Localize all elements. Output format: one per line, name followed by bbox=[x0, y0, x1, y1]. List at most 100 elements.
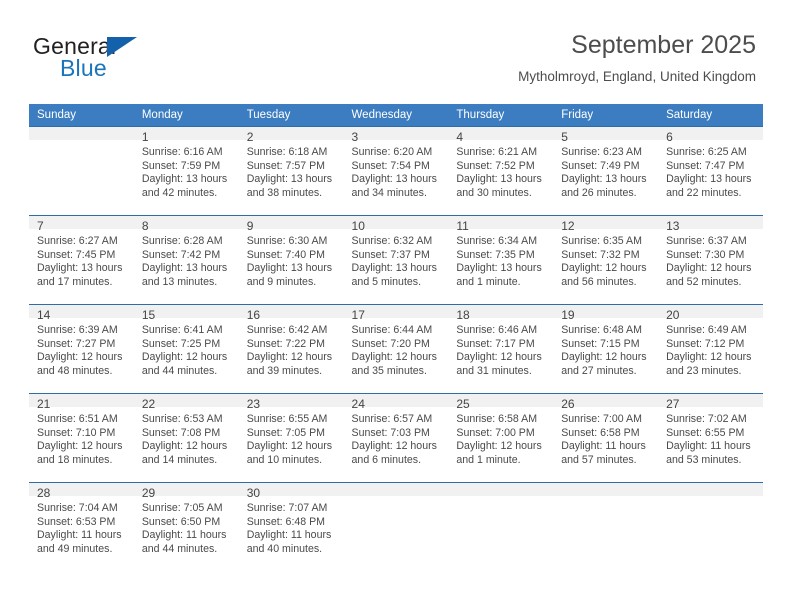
daylight-text: Daylight: 13 hours bbox=[456, 262, 542, 275]
day-details: Sunrise: 7:00 AM Sunset: 6:58 PM Daylight:… bbox=[553, 407, 658, 467]
day-cell-2[interactable]: 2 Sunrise: 6:18 AM Sunset: 7:57 PM Daylight… bbox=[238, 126, 344, 216]
day-cell-19[interactable]: 19 Sunrise: 6:48 AM Sunset: 7:15 PM Dayligh… bbox=[553, 304, 659, 394]
daylight-text: Daylight: 12 hours bbox=[456, 351, 542, 364]
daylight-text: and 10 minutes. bbox=[246, 453, 323, 466]
daylight-text: Daylight: 13 hours bbox=[456, 173, 542, 186]
sunrise-text: Sunrise: 6:57 AM bbox=[351, 413, 433, 425]
day-cell-25[interactable]: 25 Sunrise: 6:58 AM Sunset: 7:00 PM Dayligh… bbox=[448, 393, 554, 483]
sunset-text: Sunset: 6:53 PM bbox=[37, 515, 116, 528]
day-number: 26 bbox=[553, 394, 659, 411]
daylight-text: Daylight: 13 hours bbox=[351, 173, 437, 186]
general-blue-logo[interactable]: General Blue bbox=[33, 33, 233, 85]
weekday-header-sunday: Sunday bbox=[29, 104, 134, 127]
day-details: Sunrise: 6:18 AM Sunset: 7:57 PM Daylight:… bbox=[239, 140, 344, 200]
day-cell-5[interactable]: 5 Sunrise: 6:23 AM Sunset: 7:49 PM Daylight… bbox=[553, 126, 659, 216]
daylight-text: Daylight: 12 hours bbox=[141, 351, 228, 364]
sunset-text: Sunset: 7:08 PM bbox=[141, 426, 221, 439]
title-block: September 2025 Mytholmroyd, England, Uni… bbox=[518, 30, 756, 85]
daylight-text: and 30 minutes. bbox=[456, 186, 532, 199]
day-cell-27[interactable]: 27 Sunrise: 7:02 AM Sunset: 6:55 PM Dayligh… bbox=[658, 393, 763, 483]
day-details: Sunrise: 6:57 AM Sunset: 7:03 PM Daylight:… bbox=[344, 407, 449, 467]
sunrise-text: Sunrise: 6:35 AM bbox=[561, 235, 642, 247]
day-number: 1 bbox=[133, 127, 239, 144]
day-cell-empty bbox=[29, 126, 134, 216]
daylight-text: and 44 minutes. bbox=[141, 364, 218, 377]
day-cell-12[interactable]: 12 Sunrise: 6:35 AM Sunset: 7:32 PM Dayligh… bbox=[553, 215, 659, 305]
day-number: 9 bbox=[238, 216, 344, 233]
sunset-text: Sunset: 7:40 PM bbox=[246, 248, 326, 261]
day-number: 6 bbox=[658, 127, 763, 144]
day-cell-28[interactable]: 28 Sunrise: 7:04 AM Sunset: 6:53 PM Dayligh… bbox=[29, 482, 134, 572]
weekday-header-thursday: Thursday bbox=[448, 104, 554, 127]
daylight-text: and 44 minutes. bbox=[141, 542, 218, 555]
daylight-text: Daylight: 13 hours bbox=[37, 262, 123, 275]
day-cell-29[interactable]: 29 Sunrise: 7:05 AM Sunset: 6:50 PM Dayligh… bbox=[133, 482, 239, 572]
day-cell-24[interactable]: 24 Sunrise: 6:57 AM Sunset: 7:03 PM Dayligh… bbox=[343, 393, 449, 483]
sunset-text: Sunset: 6:48 PM bbox=[246, 515, 326, 528]
day-cell-13[interactable]: 13 Sunrise: 6:37 AM Sunset: 7:30 PM Dayligh… bbox=[658, 215, 763, 305]
day-details: Sunrise: 6:42 AM Sunset: 7:22 PM Daylight:… bbox=[239, 318, 344, 378]
daylight-text: Daylight: 13 hours bbox=[141, 262, 228, 275]
day-details: Sunrise: 6:20 AM Sunset: 7:54 PM Daylight:… bbox=[344, 140, 449, 200]
sunrise-text: Sunrise: 6:41 AM bbox=[141, 324, 223, 336]
day-cell-3[interactable]: 3 Sunrise: 6:20 AM Sunset: 7:54 PM Daylight… bbox=[343, 126, 449, 216]
day-cell-15[interactable]: 15 Sunrise: 6:41 AM Sunset: 7:25 PM Dayligh… bbox=[133, 304, 239, 394]
weekday-header-row: Sunday Monday Tuesday Wednesday Thursday Frid… bbox=[29, 104, 763, 127]
day-cell-30[interactable]: 30 Sunrise: 7:07 AM Sunset: 6:48 PM Dayligh… bbox=[238, 482, 344, 572]
day-cell-20[interactable]: 20 Sunrise: 6:49 AM Sunset: 7:12 PM Dayligh… bbox=[658, 304, 763, 394]
sunset-text: Sunset: 7:49 PM bbox=[561, 159, 640, 172]
sunrise-text: Sunrise: 6:39 AM bbox=[37, 324, 118, 336]
day-details: Sunrise: 6:16 AM Sunset: 7:59 PM Daylight:… bbox=[134, 140, 239, 200]
sunrise-text: Sunrise: 6:21 AM bbox=[456, 146, 538, 158]
daylight-text: Daylight: 12 hours bbox=[37, 351, 123, 364]
day-cell-26[interactable]: 26 Sunrise: 7:00 AM Sunset: 6:58 PM Dayligh… bbox=[553, 393, 659, 483]
daylight-text: and 17 minutes. bbox=[37, 275, 113, 288]
daylight-text: and 13 minutes. bbox=[141, 275, 218, 288]
page-subtitle-location: Mytholmroyd, England, United Kingdom bbox=[518, 69, 756, 84]
daylight-text: Daylight: 12 hours bbox=[561, 262, 647, 275]
day-cell-7[interactable]: 7 Sunrise: 6:27 AM Sunset: 7:45 PM Daylight… bbox=[29, 215, 134, 305]
day-cell-22[interactable]: 22 Sunrise: 6:53 AM Sunset: 7:08 PM Dayligh… bbox=[133, 393, 239, 483]
day-cell-8[interactable]: 8 Sunrise: 6:28 AM Sunset: 7:42 PM Daylight… bbox=[133, 215, 239, 305]
page-header: General Blue September 2025 Mytholmroyd,… bbox=[0, 0, 792, 100]
calendar-body: 1 Sunrise: 6:16 AM Sunset: 7:59 PM Daylight… bbox=[29, 126, 763, 572]
day-cell-empty bbox=[553, 482, 659, 572]
sunset-text: Sunset: 7:05 PM bbox=[246, 426, 326, 439]
daylight-text: Daylight: 12 hours bbox=[141, 440, 228, 453]
daylight-text: Daylight: 12 hours bbox=[666, 351, 752, 364]
day-cell-16[interactable]: 16 Sunrise: 6:42 AM Sunset: 7:22 PM Dayligh… bbox=[238, 304, 344, 394]
day-cell-1[interactable]: 1 Sunrise: 6:16 AM Sunset: 7:59 PM Daylight… bbox=[133, 126, 239, 216]
daylight-text: and 48 minutes. bbox=[37, 364, 113, 377]
sunrise-text: Sunrise: 6:46 AM bbox=[456, 324, 538, 336]
day-cell-9[interactable]: 9 Sunrise: 6:30 AM Sunset: 7:40 PM Daylight… bbox=[238, 215, 344, 305]
day-cell-18[interactable]: 18 Sunrise: 6:46 AM Sunset: 7:17 PM Dayligh… bbox=[448, 304, 554, 394]
day-cell-21[interactable]: 21 Sunrise: 6:51 AM Sunset: 7:10 PM Dayligh… bbox=[29, 393, 134, 483]
sunset-text: Sunset: 7:32 PM bbox=[561, 248, 640, 261]
sunrise-text: Sunrise: 6:23 AM bbox=[561, 146, 642, 158]
daylight-text: Daylight: 12 hours bbox=[246, 351, 333, 364]
day-number bbox=[658, 483, 763, 496]
day-cell-11[interactable]: 11 Sunrise: 6:34 AM Sunset: 7:35 PM Dayligh… bbox=[448, 215, 554, 305]
weekday-header-saturday: Saturday bbox=[658, 104, 763, 127]
day-cell-10[interactable]: 10 Sunrise: 6:32 AM Sunset: 7:37 PM Dayligh… bbox=[343, 215, 449, 305]
day-number: 10 bbox=[343, 216, 449, 233]
sunset-text: Sunset: 6:55 PM bbox=[666, 426, 745, 439]
day-cell-17[interactable]: 17 Sunrise: 6:44 AM Sunset: 7:20 PM Dayligh… bbox=[343, 304, 449, 394]
day-number: 5 bbox=[553, 127, 659, 144]
day-cell-4[interactable]: 4 Sunrise: 6:21 AM Sunset: 7:52 PM Daylight… bbox=[448, 126, 554, 216]
sunrise-text: Sunrise: 6:49 AM bbox=[666, 324, 747, 336]
calendar-week-row: 28 Sunrise: 7:04 AM Sunset: 6:53 PM Dayligh… bbox=[29, 482, 763, 572]
day-details bbox=[658, 496, 763, 502]
sunrise-text: Sunrise: 6:37 AM bbox=[666, 235, 747, 247]
day-cell-23[interactable]: 23 Sunrise: 6:55 AM Sunset: 7:05 PM Dayligh… bbox=[238, 393, 344, 483]
day-number: 24 bbox=[343, 394, 449, 411]
day-cell-6[interactable]: 6 Sunrise: 6:25 AM Sunset: 7:47 PM Daylight… bbox=[658, 126, 763, 216]
sunset-text: Sunset: 7:35 PM bbox=[456, 248, 535, 261]
calendar-week-row: 7 Sunrise: 6:27 AM Sunset: 7:45 PM Daylight… bbox=[29, 215, 763, 305]
day-details: Sunrise: 6:32 AM Sunset: 7:37 PM Daylight:… bbox=[344, 229, 449, 289]
day-number: 2 bbox=[238, 127, 344, 144]
day-details: Sunrise: 7:04 AM Sunset: 6:53 PM Daylight:… bbox=[29, 496, 134, 556]
day-details: Sunrise: 6:21 AM Sunset: 7:52 PM Daylight:… bbox=[448, 140, 553, 200]
day-cell-14[interactable]: 14 Sunrise: 6:39 AM Sunset: 7:27 PM Dayligh… bbox=[29, 304, 134, 394]
logo-text-blue: Blue bbox=[60, 55, 107, 81]
